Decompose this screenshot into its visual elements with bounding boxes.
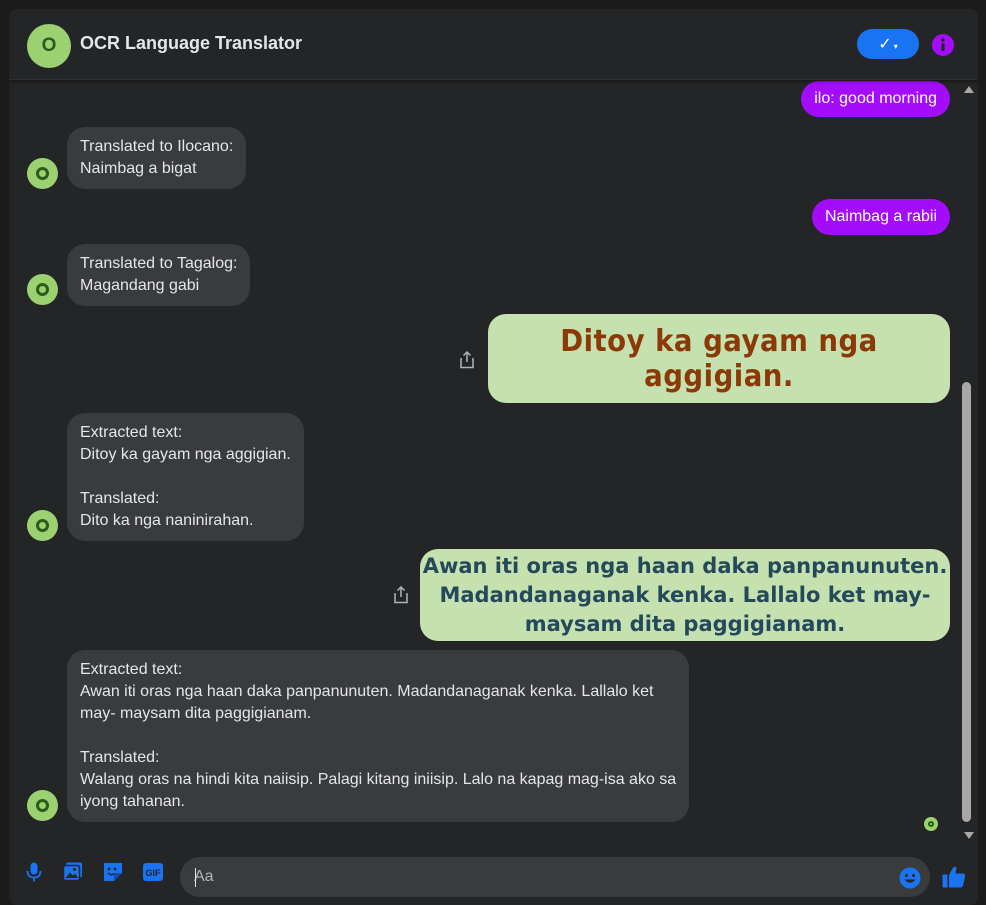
check-icon: ✓ bbox=[878, 36, 892, 53]
avatar[interactable]: O bbox=[27, 24, 71, 68]
image-message[interactable]: Ditoy ka gayam nga aggigian. bbox=[488, 314, 950, 403]
gif-icon[interactable]: GIF bbox=[142, 861, 164, 883]
message-list[interactable]: ilo: good morning Translated to Ilocano:… bbox=[9, 80, 978, 845]
outgoing-message[interactable]: Naimbag a rabii bbox=[811, 199, 950, 235]
scrollbar[interactable] bbox=[960, 80, 978, 845]
like-icon[interactable] bbox=[941, 864, 967, 890]
incoming-message[interactable]: Translated to Ilocano: Naimbag a bigat bbox=[67, 127, 247, 189]
dropdown-caret-icon: ▾ bbox=[893, 41, 898, 51]
image-text: Awan iti oras nga haan daka panpanunuten… bbox=[422, 553, 948, 636]
photo-icon[interactable] bbox=[62, 861, 84, 883]
sender-avatar bbox=[27, 158, 58, 189]
incoming-message[interactable]: Translated to Tagalog: Magandang gabi bbox=[67, 244, 251, 306]
text-cursor bbox=[195, 868, 196, 887]
incoming-message[interactable]: Extracted text: Ditoy ka gayam nga aggig… bbox=[67, 413, 304, 541]
sticker-icon[interactable] bbox=[102, 861, 124, 883]
microphone-icon[interactable] bbox=[23, 861, 45, 883]
chat-window: O OCR Language Translator ✓ ▾ ilo: good m… bbox=[9, 9, 978, 905]
sender-avatar bbox=[27, 510, 58, 541]
sender-avatar bbox=[27, 274, 58, 305]
chat-title[interactable]: OCR Language Translator bbox=[80, 33, 302, 54]
gif-label: GIF bbox=[146, 868, 162, 878]
emoji-icon[interactable] bbox=[899, 867, 921, 889]
message-input[interactable] bbox=[180, 857, 930, 897]
scroll-thumb[interactable] bbox=[962, 382, 971, 822]
composer: GIF bbox=[9, 845, 978, 905]
info-icon[interactable] bbox=[931, 33, 955, 57]
sender-avatar bbox=[27, 790, 58, 821]
scroll-up-arrow-icon[interactable] bbox=[964, 86, 974, 93]
share-icon[interactable] bbox=[393, 586, 409, 604]
scroll-down-arrow-icon[interactable] bbox=[964, 832, 974, 839]
incoming-message[interactable]: Extracted text: Awan iti oras nga haan d… bbox=[67, 650, 690, 822]
avatar-letter: O bbox=[41, 35, 57, 56]
seen-indicator bbox=[924, 817, 938, 831]
share-icon[interactable] bbox=[459, 351, 475, 369]
chat-header: O OCR Language Translator ✓ ▾ bbox=[9, 9, 978, 80]
outgoing-message[interactable]: ilo: good morning bbox=[801, 81, 950, 117]
image-message[interactable]: Awan iti oras nga haan daka panpanunuten… bbox=[420, 549, 950, 641]
verify-button[interactable]: ✓ ▾ bbox=[857, 29, 919, 59]
image-text: Ditoy ka gayam nga aggigian. bbox=[560, 323, 878, 394]
